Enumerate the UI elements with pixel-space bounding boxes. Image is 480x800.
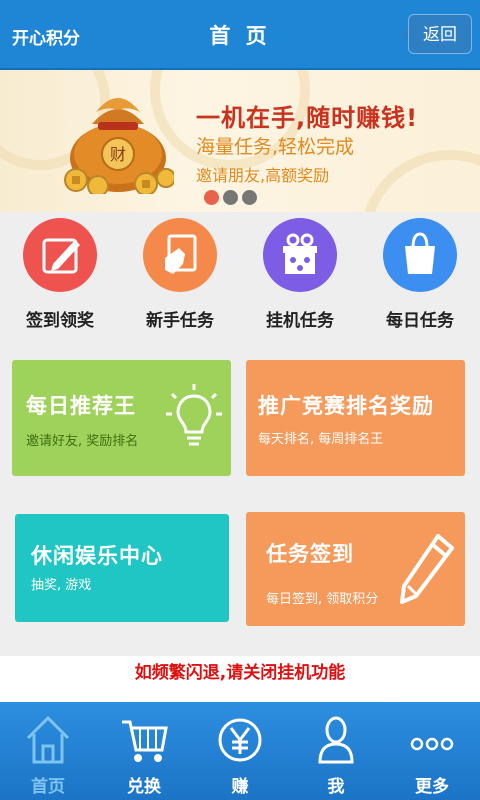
carousel-dot-active[interactable]	[204, 190, 219, 205]
tab-label: 首页	[31, 777, 65, 797]
promo-banner[interactable]: 财 一机在手,随时赚钱! 海量任务,轻松完成 邀请朋友,高额奖励	[0, 70, 480, 212]
menu-label: 每日任务	[386, 311, 454, 331]
banner-subtitle: 海量任务,轻松完成	[196, 136, 355, 158]
shopping-bag-icon	[405, 232, 435, 274]
card-subtitle: 每日签到, 领取积分	[266, 592, 379, 607]
menu-icon-circle	[263, 218, 337, 292]
edit-pen-icon	[42, 238, 80, 274]
lightbulb-icon	[166, 384, 222, 446]
tab-more[interactable]: 更多	[384, 702, 480, 800]
tab-label: 赚	[231, 777, 249, 797]
tab-label: 我	[327, 777, 345, 797]
menu-item-newbie-task[interactable]: 新手任务	[125, 218, 235, 331]
card-title: 每日推荐王	[26, 394, 136, 418]
carousel-dot[interactable]	[242, 190, 257, 205]
bottom-tab-bar: 首页 兑换 赚 我 更多	[0, 702, 480, 800]
banner-swirl-decoration	[360, 150, 480, 212]
menu-item-idle-task[interactable]: 挂机任务	[245, 218, 355, 331]
gift-box-icon	[283, 233, 317, 274]
person-icon	[318, 716, 354, 764]
pencil-icon	[400, 534, 454, 604]
tab-exchange[interactable]: 兑换	[96, 702, 192, 800]
tab-label: 兑换	[127, 777, 161, 797]
card-leisure-center[interactable]: 休闲娱乐中心 抽奖, 游戏	[15, 514, 229, 622]
card-task-sign-in[interactable]: 任务签到 每日签到, 领取积分	[246, 512, 465, 626]
banner-headline: 一机在手,随时赚钱!	[196, 104, 419, 132]
menu-icon-circle	[383, 218, 457, 292]
card-subtitle: 邀请好友, 奖励排名	[26, 434, 139, 449]
top-bar: 开心积分 首 页 返回	[0, 0, 480, 70]
quick-menu: 签到领奖 新手任务 挂机任务 每日任务	[0, 212, 480, 342]
tab-label: 更多	[415, 777, 449, 797]
menu-icon-circle	[143, 218, 217, 292]
carousel-dots	[204, 190, 257, 205]
hand-pointer-icon	[165, 234, 197, 274]
home-icon	[26, 715, 70, 764]
back-button[interactable]: 返回	[408, 14, 472, 54]
tab-earn[interactable]: 赚	[192, 702, 288, 800]
card-daily-recommend[interactable]: 每日推荐王 邀请好友, 奖励排名	[12, 360, 231, 476]
bag-label: 财	[110, 145, 126, 164]
menu-item-daily-task[interactable]: 每日任务	[365, 218, 475, 331]
menu-label: 新手任务	[146, 311, 214, 331]
card-title: 休闲娱乐中心	[31, 544, 163, 568]
money-bag-icon: 财	[64, 98, 174, 194]
card-title: 任务签到	[266, 542, 354, 566]
yen-coin-icon	[218, 718, 262, 762]
card-subtitle: 抽奖, 游戏	[31, 578, 92, 593]
card-promotion-ranking[interactable]: 推广竞赛排名奖励 每天排名, 每周排名王	[246, 360, 465, 476]
card-subtitle: 每天排名, 每周排名王	[258, 432, 384, 447]
menu-icon-circle	[23, 218, 97, 292]
menu-label: 挂机任务	[266, 311, 334, 331]
banner-subtitle: 邀请朋友,高额奖励	[196, 166, 330, 185]
warning-notice: 如频繁闪退,请关闭挂机功能	[0, 656, 480, 702]
more-dots-icon	[410, 737, 454, 751]
tab-me[interactable]: 我	[288, 702, 384, 800]
carousel-dot[interactable]	[223, 190, 238, 205]
cart-icon	[122, 720, 168, 762]
tab-home[interactable]: 首页	[0, 702, 96, 800]
card-title: 推广竞赛排名奖励	[258, 394, 434, 418]
menu-label: 签到领奖	[26, 311, 94, 331]
menu-item-sign-in[interactable]: 签到领奖	[5, 218, 115, 331]
